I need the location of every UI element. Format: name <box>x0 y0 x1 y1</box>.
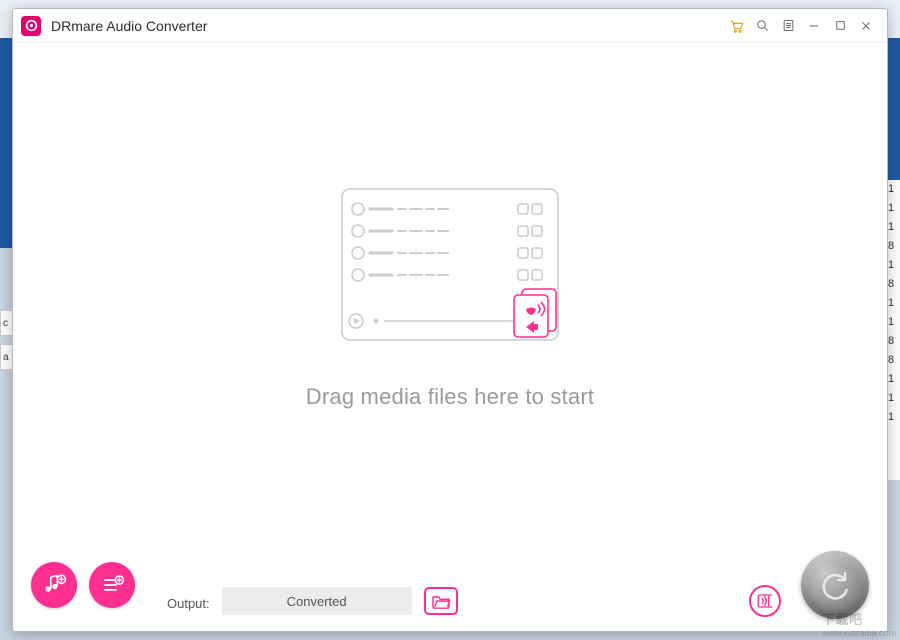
convert-button[interactable] <box>801 551 869 619</box>
output-folder-value: Converted <box>287 594 347 609</box>
drop-area[interactable]: Drag media files here to start <box>13 43 887 553</box>
bottom-bar: Output: Converted <box>13 553 887 631</box>
app-logo-icon <box>21 16 41 36</box>
drop-text: Drag media files here to start <box>306 384 594 410</box>
minimize-icon[interactable] <box>801 13 827 39</box>
app-window: DRmare Audio Converter <box>12 8 888 632</box>
open-output-folder-button[interactable] <box>424 587 458 615</box>
close-icon[interactable] <box>853 13 879 39</box>
format-settings-button[interactable] <box>749 585 781 617</box>
output-label: Output: <box>167 596 210 611</box>
titlebar: DRmare Audio Converter <box>13 9 887 43</box>
search-icon[interactable] <box>749 13 775 39</box>
cart-icon[interactable] <box>723 13 749 39</box>
add-music-button[interactable] <box>31 562 77 608</box>
output-folder-field[interactable]: Converted <box>222 587 412 615</box>
menu-icon[interactable] <box>775 13 801 39</box>
drop-illustration-icon <box>340 187 560 342</box>
app-title: DRmare Audio Converter <box>51 18 207 34</box>
add-playlist-button[interactable] <box>89 562 135 608</box>
maximize-icon[interactable] <box>827 13 853 39</box>
